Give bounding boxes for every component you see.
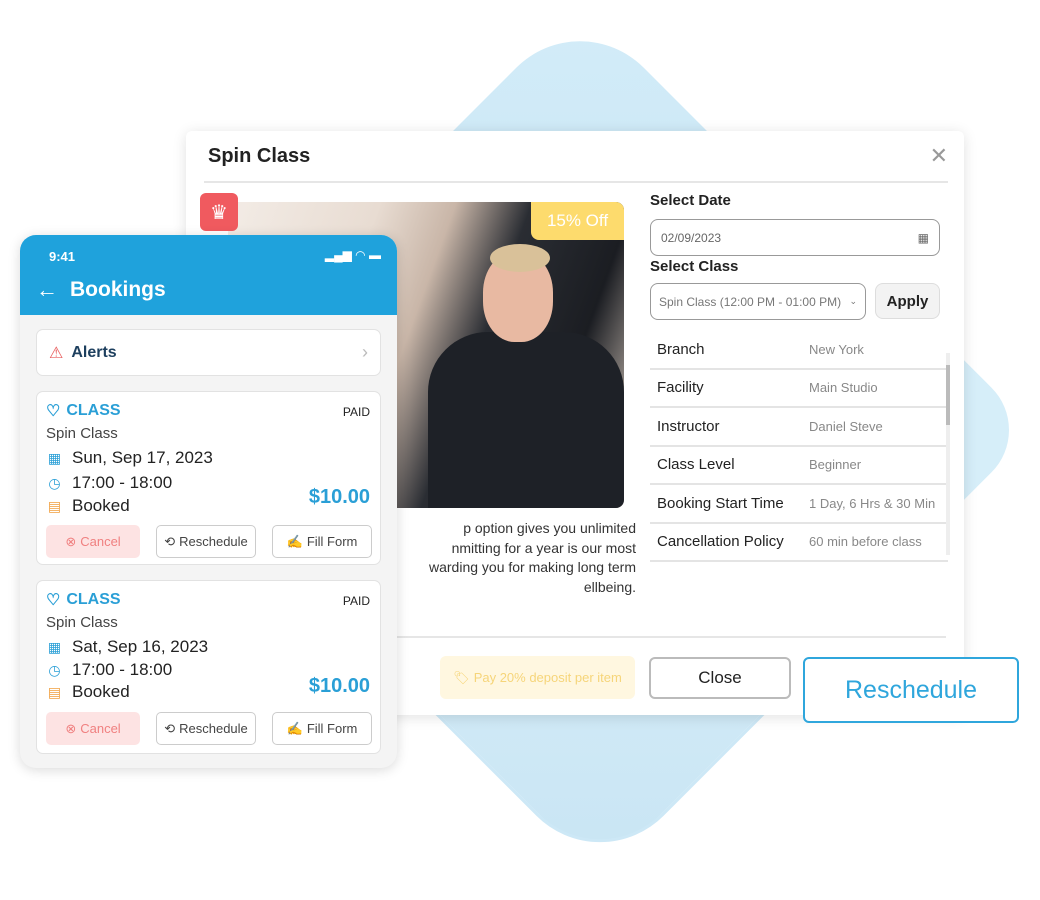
back-arrow-icon[interactable]: ← <box>36 277 58 303</box>
signal-wifi-battery-icon: ▂▄▆ ◠ ▬ <box>324 248 381 262</box>
deposit-notice: 🏷 Pay 20% deposit per item <box>440 656 635 699</box>
page-title: Bookings <box>70 278 166 301</box>
reschedule-button[interactable]: ⟲ Reschedule <box>156 525 256 558</box>
chevron-right-icon: › <box>362 342 368 362</box>
detail-value: Main Studio <box>809 380 878 396</box>
reschedule-label: Reschedule <box>179 534 248 549</box>
payment-status: PAID <box>342 594 370 608</box>
booking-name: Spin Class <box>46 425 118 442</box>
history-icon: ⟲ <box>164 720 176 736</box>
close-button[interactable]: Close <box>649 657 791 699</box>
detail-row: Branch New York <box>650 331 948 370</box>
detail-row: Cancellation Policy 60 min before class <box>650 524 948 562</box>
clock-icon: ◷ <box>48 474 61 491</box>
history-icon: ⟲ <box>164 533 176 549</box>
detail-row: Class Level Beginner <box>650 447 948 485</box>
class-value: Spin Class (12:00 PM - 01:00 PM) <box>659 294 842 309</box>
calendar-icon[interactable]: ▦ <box>918 231 929 245</box>
deposit-text: Pay 20% deposit per item <box>473 670 622 685</box>
booking-price: $10.00 <box>308 486 370 508</box>
booking-name: Spin Class <box>46 614 118 631</box>
details-scrollbar[interactable] <box>946 353 950 555</box>
heartbeat-icon: ♡ <box>46 592 61 609</box>
reschedule-button[interactable]: ⟲ Reschedule <box>156 712 256 745</box>
detail-row: Instructor Daniel Steve <box>650 408 948 447</box>
booking-type: CLASS <box>66 591 121 608</box>
clipboard-icon: ▤ <box>47 497 62 514</box>
warning-icon: ⚠ <box>49 344 64 362</box>
form-icon: ✍ <box>286 720 303 736</box>
date-value: 02/09/2023 <box>661 230 722 245</box>
cancel-button[interactable]: ⊗ Cancel <box>46 525 140 558</box>
detail-label: Instructor <box>657 417 720 435</box>
fill-form-label: Fill Form <box>306 534 358 549</box>
detail-label: Booking Start Time <box>657 494 784 512</box>
calendar-icon: ▦ <box>47 449 62 466</box>
detail-row: Booking Start Time 1 Day, 6 Hrs & 30 Min <box>650 485 948 524</box>
detail-label: Facility <box>657 379 704 397</box>
detail-row: Facility Main Studio <box>650 370 948 408</box>
booking-card: ♡ CLASS PAID Spin Class ▦ Sat, Sep 16, 202… <box>36 580 381 754</box>
booking-state: Booked <box>72 682 130 701</box>
class-details: Branch New York Facility Main Studio Instr… <box>650 331 948 562</box>
detail-value: Beginner <box>809 457 862 473</box>
cancel-icon: ⊗ <box>65 533 77 549</box>
cancel-label: Cancel <box>80 534 121 549</box>
detail-value: 1 Day, 6 Hrs & 30 Min <box>809 495 936 511</box>
divider <box>204 181 948 183</box>
app-header: 9:41 ▂▄▆ ◠ ▬ ← Bookings <box>20 235 397 315</box>
fill-form-button[interactable]: ✍ Fill Form <box>272 525 372 558</box>
payment-status: PAID <box>342 405 370 419</box>
booking-date: Sat, Sep 16, 2023 <box>72 637 209 656</box>
tag-icon: 🏷 <box>453 669 470 685</box>
status-time: 9:41 <box>49 249 76 264</box>
clipboard-icon: ▤ <box>47 683 62 700</box>
divider <box>386 636 946 638</box>
booking-date: Sun, Sep 17, 2023 <box>72 448 213 467</box>
chevron-down-icon: ⌄ <box>849 296 857 306</box>
select-class-label: Select Class <box>650 258 739 275</box>
fill-form-label: Fill Form <box>306 721 358 736</box>
discount-badge: 15% Off <box>531 202 624 240</box>
detail-label: Cancellation Policy <box>657 533 784 551</box>
alerts-label: Alerts <box>71 343 117 361</box>
detail-label: Branch <box>657 340 705 358</box>
close-icon[interactable]: ✕ <box>930 143 948 169</box>
alerts-item[interactable]: ⚠ Alerts › <box>36 329 381 376</box>
calendar-icon: ▦ <box>47 638 62 655</box>
booking-price: $10.00 <box>308 675 370 697</box>
booking-state: Booked <box>72 496 130 515</box>
booking-time: 17:00 - 18:00 <box>72 473 173 492</box>
booking-card: ♡ CLASS PAID Spin Class ▦ Sun, Sep 17, 202… <box>36 391 381 565</box>
form-icon: ✍ <box>286 533 303 549</box>
fill-form-button[interactable]: ✍ Fill Form <box>272 712 372 745</box>
crown-icon: ♛ <box>200 193 238 231</box>
date-input[interactable]: 02/09/2023 ▦ <box>650 219 940 256</box>
reschedule-button[interactable]: Reschedule <box>803 657 1019 723</box>
class-select[interactable]: Spin Class (12:00 PM - 01:00 PM) ⌄ <box>650 283 866 320</box>
detail-label: Class Level <box>657 456 735 474</box>
mobile-bookings-screen: 9:41 ▂▄▆ ◠ ▬ ← Bookings ⚠ Alerts › ♡ CLAS… <box>20 235 397 768</box>
booking-type: CLASS <box>66 402 121 419</box>
cancel-icon: ⊗ <box>65 720 77 736</box>
select-date-label: Select Date <box>650 192 731 209</box>
clock-icon: ◷ <box>48 661 61 678</box>
detail-value: New York <box>809 341 864 357</box>
modal-title: Spin Class <box>208 145 311 167</box>
heartbeat-icon: ♡ <box>46 403 61 420</box>
cancel-button[interactable]: ⊗ Cancel <box>46 712 140 745</box>
apply-button[interactable]: Apply <box>875 283 940 319</box>
cancel-label: Cancel <box>80 721 121 736</box>
reschedule-label: Reschedule <box>179 721 248 736</box>
detail-value: 60 min before class <box>809 534 922 550</box>
detail-value: Daniel Steve <box>809 418 883 434</box>
booking-time: 17:00 - 18:00 <box>72 660 173 679</box>
